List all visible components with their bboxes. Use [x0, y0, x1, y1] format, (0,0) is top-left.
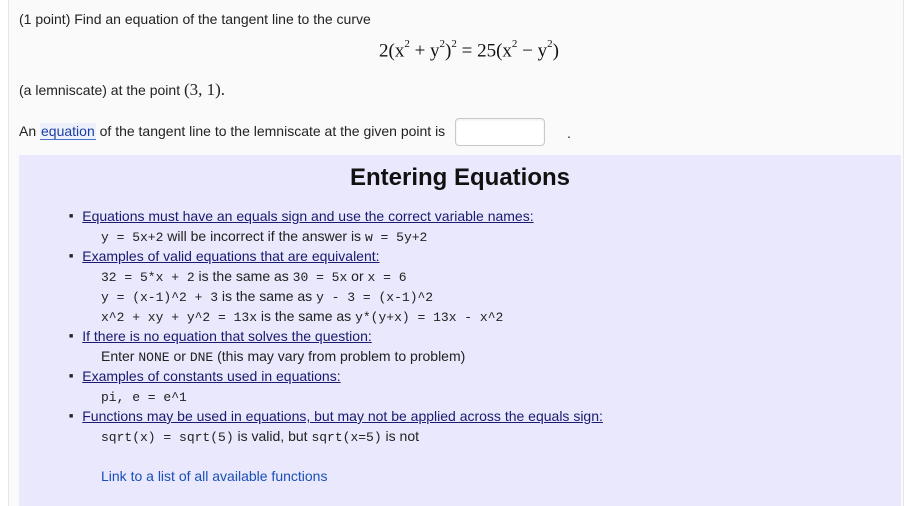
help-example-line: Enter NONE or DNE (this may vary from pr…: [101, 348, 465, 365]
bullet-heading: Examples of constants used in equations:: [82, 368, 341, 384]
code-example: sqrt(x=5): [311, 430, 382, 445]
example-text: will be incorrect if the answer is: [163, 228, 365, 244]
help-bullet-equivalent: Examples of valid equations that are equ…: [69, 248, 380, 264]
lemniscate-text: (a lemniscate) at the point (3, 1).: [19, 80, 225, 100]
functions-list-link[interactable]: Link to a list of all available function…: [101, 468, 327, 484]
answer-suffix: of the tangent line to the lemniscate at…: [95, 123, 446, 139]
code-example: DNE: [189, 350, 214, 365]
example-text: is not: [381, 428, 420, 444]
answer-prefix: An: [19, 123, 41, 139]
help-example-line: sqrt(x) = sqrt(5) is valid, but sqrt(x=5…: [101, 428, 419, 445]
help-bullet-functions: Functions may be used in equations, but …: [69, 408, 603, 424]
bullet-heading: Functions may be used in equations, but …: [82, 408, 603, 424]
lemniscate-equation: 2(x2 + y2)2 = 25(x2 − y2): [379, 38, 559, 62]
code-example: y = (x-1)^2 + 3: [101, 290, 219, 305]
help-bullet-constants: Examples of constants used in equations:: [69, 368, 341, 384]
answer-prompt: An equation of the tangent line to the l…: [19, 123, 446, 140]
help-example-line: y = 5x+2 will be incorrect if the answer…: [101, 228, 427, 245]
bullet-heading: Equations must have an equals sign and u…: [82, 208, 534, 224]
entering-equations-help: Entering Equations Equations must have a…: [19, 155, 901, 506]
example-text: Enter: [101, 348, 139, 364]
code-example: x = 6: [367, 270, 407, 285]
problem-intro: (1 point) Find an equation of the tangen…: [19, 11, 371, 27]
help-title: Entering Equations: [349, 164, 570, 191]
equation-help-link[interactable]: equation: [40, 123, 96, 140]
code-example: sqrt(x) = sqrt(5): [101, 430, 234, 445]
code-example: y - 3 = (x-1)^2: [316, 290, 434, 305]
example-text: (this may vary from problem to problem): [213, 348, 466, 364]
answer-input[interactable]: [455, 118, 545, 146]
help-example-line: x^2 + xy + y^2 = 13x is the same as y*(y…: [101, 308, 503, 325]
example-text: is valid, but: [233, 428, 312, 444]
example-text: or: [169, 348, 190, 364]
code-example: pi, e = e^1: [101, 390, 187, 405]
code-example: 32 = 5*x + 2: [101, 270, 195, 285]
problem-panel: (1 point) Find an equation of the tangen…: [8, 0, 904, 506]
help-example-line: pi, e = e^1: [101, 388, 187, 405]
bullet-heading: Examples of valid equations that are equ…: [82, 248, 380, 264]
given-point: (3, 1).: [183, 80, 226, 99]
example-text: is the same as: [218, 288, 317, 304]
code-example: y*(y+x) = 13x - x^2: [355, 310, 504, 325]
bullet-heading: If there is no equation that solves the …: [82, 328, 372, 344]
lemniscate-label: (a lemniscate) at the point: [19, 82, 181, 98]
example-text: is the same as: [194, 268, 293, 284]
help-example-line: y = (x-1)^2 + 3 is the same as y - 3 = (…: [101, 288, 433, 305]
help-bullet-no-solution: If there is no equation that solves the …: [69, 328, 372, 344]
help-bullet-variables: Equations must have an equals sign and u…: [69, 208, 534, 224]
code-example: x^2 + xy + y^2 = 13x: [101, 310, 258, 325]
code-example: NONE: [138, 350, 170, 365]
example-text: is the same as: [257, 308, 356, 324]
example-text: or: [347, 268, 368, 284]
code-example: 30 = 5x: [292, 270, 348, 285]
answer-period: .: [567, 125, 571, 141]
code-example: y = 5x+2: [101, 230, 164, 245]
code-example: w = 5y+2: [364, 230, 428, 245]
help-example-line: 32 = 5*x + 2 is the same as 30 = 5x or x…: [101, 268, 407, 285]
